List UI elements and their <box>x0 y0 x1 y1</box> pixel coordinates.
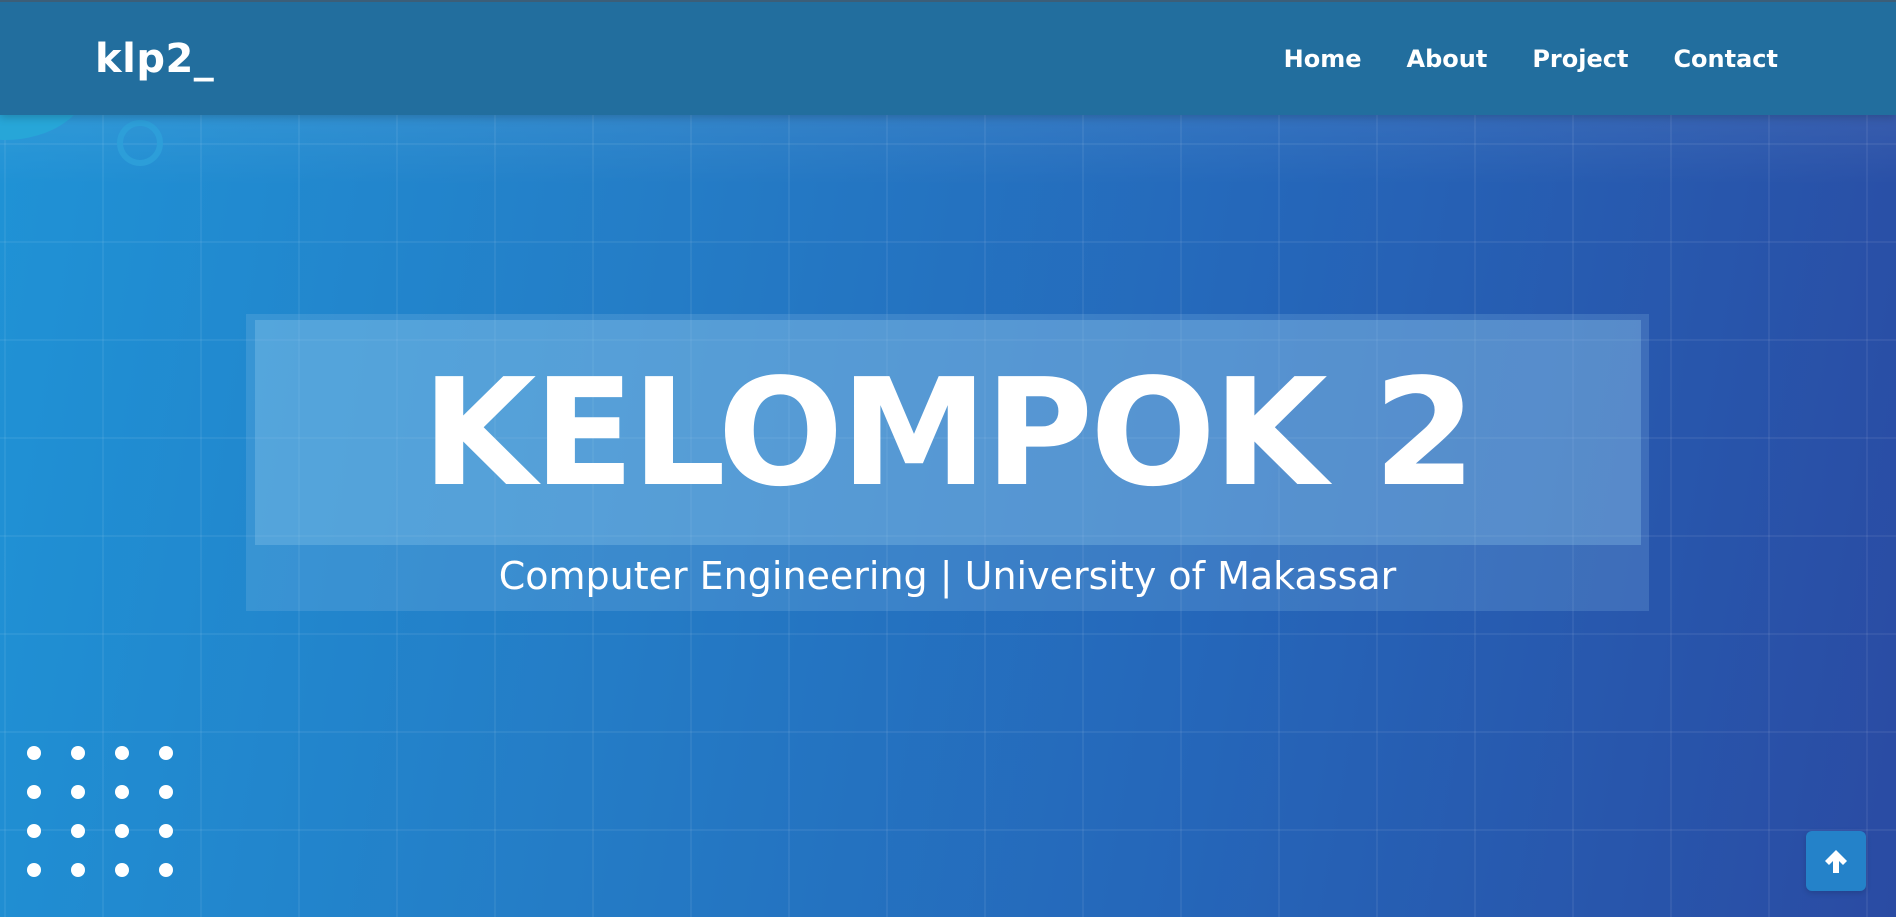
decorative-dot <box>27 746 41 760</box>
arrow-up-icon <box>1825 850 1847 873</box>
decorative-dot <box>27 785 41 799</box>
decorative-dot <box>27 824 41 838</box>
decorative-dot <box>159 824 173 838</box>
decorative-dot <box>71 824 85 838</box>
back-to-top-button[interactable] <box>1806 831 1866 891</box>
background-glow <box>0 115 1896 185</box>
decorative-dot <box>115 785 129 799</box>
nav-link-contact[interactable]: Contact <box>1673 42 1778 76</box>
decorative-dot-grid <box>27 746 177 877</box>
decorative-dot <box>71 863 85 877</box>
decorative-dot <box>159 785 173 799</box>
site-logo[interactable]: klp2_ <box>95 35 214 83</box>
decorative-dot <box>115 746 129 760</box>
nav-link-project[interactable]: Project <box>1532 42 1628 76</box>
decorative-dot <box>159 863 173 877</box>
decorative-dot <box>115 863 129 877</box>
hero-subtitle: Computer Engineering | University of Mak… <box>498 554 1397 598</box>
decorative-dot <box>71 785 85 799</box>
nav-menu: Home About Project Contact <box>1284 42 1778 76</box>
hero-title-box: KELOMPOK 2 Computer Engineering | Univer… <box>246 314 1649 611</box>
decorative-dot <box>115 824 129 838</box>
nav-link-about[interactable]: About <box>1407 42 1488 76</box>
decorative-ring <box>117 120 163 166</box>
decorative-dot <box>159 746 173 760</box>
hero-section: KELOMPOK 2 Computer Engineering | Univer… <box>0 0 1896 917</box>
decorative-dot <box>71 746 85 760</box>
hero-title: KELOMPOK 2 <box>421 347 1476 519</box>
decorative-dot <box>27 863 41 877</box>
nav-link-home[interactable]: Home <box>1284 42 1362 76</box>
top-navbar: klp2_ Home About Project Contact <box>0 0 1896 115</box>
